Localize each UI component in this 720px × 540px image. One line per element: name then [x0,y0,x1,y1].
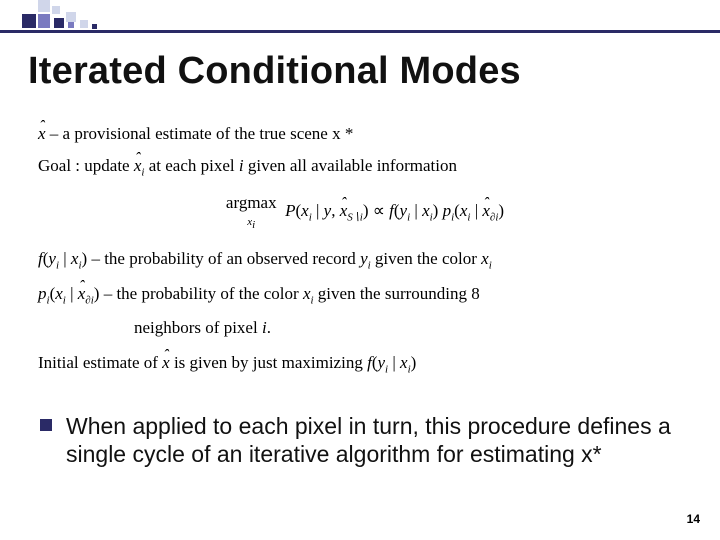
math-line-5: Initial estimate of x is given by just m… [38,350,692,378]
page-number: 14 [687,512,700,526]
slide-body: Iterated Conditional Modes x – a provisi… [28,50,692,468]
math-line-2: Goal : update xi at each pixel i given a… [38,153,692,181]
square-bullet-icon [40,419,52,431]
slide-title: Iterated Conditional Modes [28,50,692,93]
math-line-4: pi(xi | x∂i) – the probability of the co… [38,281,692,309]
accent-squares [22,0,132,30]
math-line-1: x – a provisional estimate of the true s… [38,121,692,147]
bullet-item: When applied to each pixel in turn, this… [40,412,688,468]
math-formula: argmax xi P(xi | y, xS∖i) ∝ f(yi | xi) p… [38,190,692,235]
math-block: x – a provisional estimate of the true s… [38,121,692,378]
slide-accent [0,0,720,36]
math-line-3: f(yi | xi) – the probability of an obser… [38,246,692,274]
bullet-text: When applied to each pixel in turn, this… [66,412,688,468]
accent-bar [0,30,720,33]
math-line-4b: neighbors of pixel i. [134,315,692,341]
